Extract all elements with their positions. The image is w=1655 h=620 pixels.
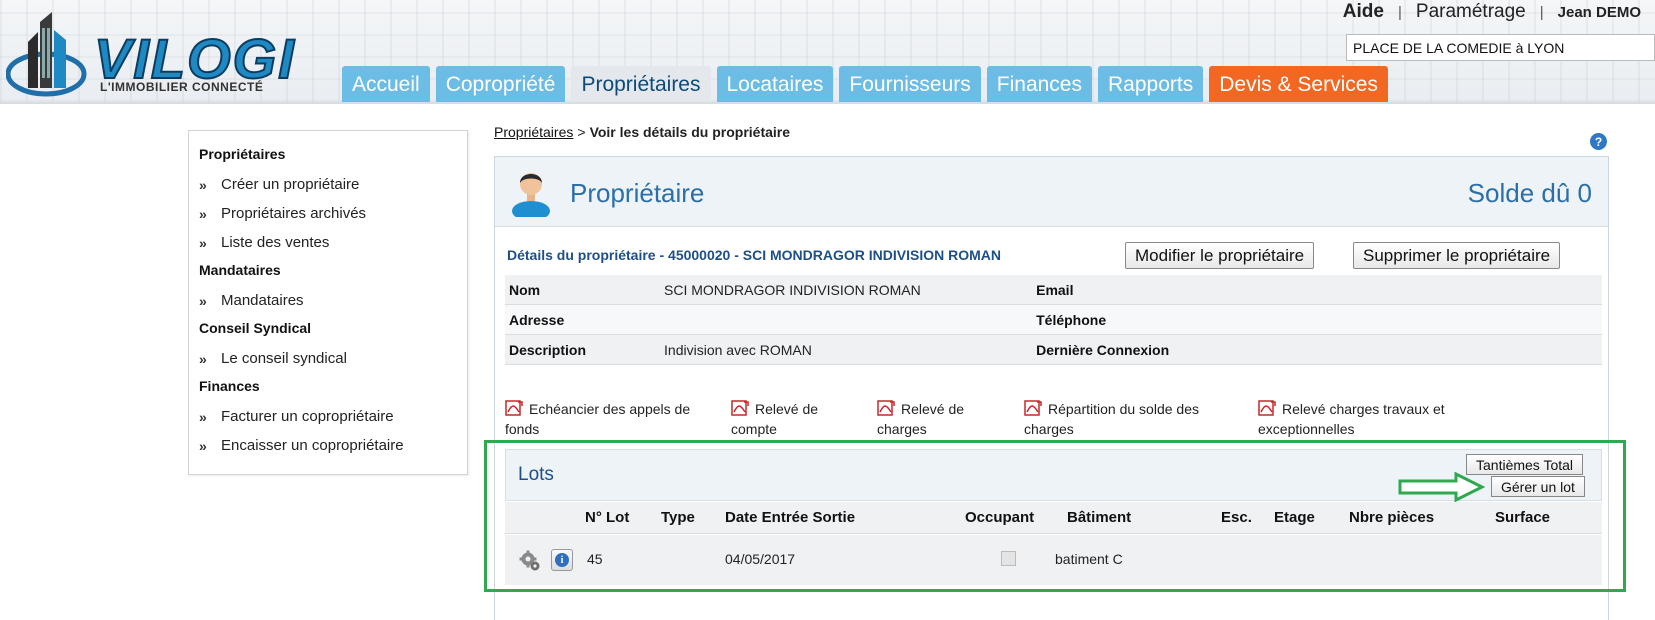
chevron-right-icon: » [199,292,207,309]
report-label: Relevé de [755,401,819,417]
chevron-right-icon: » [199,176,207,193]
sidebar-item-label: Propriétaires archivés [221,204,367,222]
tab-rapports[interactable]: Rapports [1098,66,1204,102]
tab-proprietaires[interactable]: Propriétaires [571,66,711,102]
delete-owner-button[interactable]: Supprimer le propriétaire [1353,242,1561,269]
sidebar-item-facturer[interactable]: » Facturer un copropriétaire [199,402,457,431]
report-label: charges [877,421,927,437]
tab-locataires[interactable]: Locataires [716,66,834,102]
table-row: Description Indivision avec ROMAN Derniè… [505,335,1602,365]
sidebar-item-label: Le conseil syndical [221,349,347,367]
modify-owner-button[interactable]: Modifier le propriétaire [1125,242,1315,269]
pdf-icon [877,400,895,416]
table-row: Nom SCI MONDRAGOR INDIVISION ROMAN Email [505,275,1602,305]
breadcrumb: Propriétaires > Voir les détails du propri… [494,124,790,140]
panel-header: Propriétaire Solde dû 0 [495,157,1608,227]
tab-copropriete[interactable]: Copropriété [435,66,566,102]
separator: | [1539,3,1544,21]
vilogi-logo[interactable]: VILOGI L'IMMOBILIER CONNECTÉ [6,8,326,102]
report-label: exceptionnelles [1258,421,1355,437]
sidebar-item-mandataires[interactable]: » Mandataires [199,286,457,315]
field-label: Adresse [509,311,565,328]
person-icon [512,173,550,217]
chevron-right-icon: » [199,350,207,367]
field-value: Indivision avec ROMAN [664,341,812,358]
pdf-icon [505,400,523,416]
logo-tagline: L'IMMOBILIER CONNECTÉ [100,80,264,94]
pdf-icon [1258,400,1276,416]
sidebar-item-creer-proprietaire[interactable]: » Créer un propriétaire [199,170,457,199]
report-label: Relevé de [901,401,965,417]
field-value: SCI MONDRAGOR INDIVISION ROMAN [664,281,921,298]
tab-devis-services[interactable]: Devis & Services [1209,66,1388,102]
report-link-repartition-solde[interactable]: Répartition du solde des charges [1024,399,1199,439]
sidebar-item-label: Facturer un copropriétaire [221,407,394,425]
tab-fournisseurs[interactable]: Fournisseurs [839,66,981,102]
tab-finances[interactable]: Finances [986,66,1092,102]
breadcrumb-separator: > [577,124,586,140]
field-label: Description [509,341,587,358]
report-link-releve-compte[interactable]: Relevé de compte [731,399,818,439]
building-logo-icon [6,12,87,97]
sidebar-item-label: Liste des ventes [221,233,330,251]
sidebar-item-proprietaires-archives[interactable]: » Propriétaires archivés [199,199,457,228]
chevron-right-icon: » [199,205,207,222]
main-nav: Accueil Copropriété Propriétaires Locata… [342,66,1394,102]
page-title: Propriétaire [570,178,705,208]
chevron-right-icon: » [199,234,207,251]
sidebar-section-title: Finances [199,378,260,394]
aide-link[interactable]: Aide [1343,1,1384,23]
report-label: Répartition du solde des [1048,401,1199,417]
parametrage-link[interactable]: Paramétrage [1416,1,1526,23]
sidebar-item-label: Mandataires [221,291,304,309]
field-label: Nom [509,281,541,298]
report-link-releve-charges[interactable]: Relevé de charges [877,399,964,439]
field-label: Email [1036,281,1074,298]
report-label: compte [731,421,777,437]
breadcrumb-link-proprietaires[interactable]: Propriétaires [494,124,573,140]
separator: | [1397,3,1402,21]
details-title: Détails du propriétaire - 45000020 - SCI… [507,247,1001,263]
pdf-icon [1024,400,1042,416]
pdf-icon [731,400,749,416]
report-label: Echéancier des appels de [529,401,691,417]
report-link-travaux-exceptionnelles[interactable]: Relevé charges travaux et exceptionnelles [1258,399,1445,439]
report-label: fonds [505,421,540,437]
help-icon[interactable]: ? [1590,133,1607,150]
field-label: Dernière Connexion [1036,341,1170,358]
sidebar-item-liste-ventes[interactable]: » Liste des ventes [199,228,457,257]
sidebar-item-label: Encaisser un copropriétaire [221,436,404,454]
tab-accueil[interactable]: Accueil [342,66,430,102]
owner-info-table: Nom SCI MONDRAGOR INDIVISION ROMAN Email… [505,275,1602,365]
field-label: Téléphone [1036,311,1107,328]
sidebar-item-label: Créer un propriétaire [221,175,360,193]
sidebar-section-title: Propriétaires [199,146,286,162]
residence-input[interactable] [1346,34,1655,61]
report-label: charges [1024,421,1074,437]
top-links: Aide | Paramétrage | Jean DEMO [1343,0,1641,24]
lots-highlight-frame [484,440,1626,592]
chevron-right-icon: » [199,437,207,454]
solde-du: Solde dû 0 [1467,178,1592,208]
header: VILOGI L'IMMOBILIER CONNECTÉ Aide | Para… [0,0,1655,104]
sidebar-item-conseil-syndical[interactable]: » Le conseil syndical [199,344,457,373]
table-row: Adresse Téléphone [505,305,1602,335]
user-name[interactable]: Jean DEMO [1558,4,1641,21]
sidebar-section-title: Conseil Syndical [199,320,312,336]
reports-links: Echéancier des appels de fonds Relevé de c… [505,399,1602,439]
chevron-right-icon: » [199,408,207,425]
sidebar-section-title: Mandataires [199,262,281,278]
sidebar-item-encaisser[interactable]: » Encaisser un copropriétaire [199,431,457,460]
report-link-echeancier[interactable]: Echéancier des appels de fonds [505,399,690,439]
breadcrumb-current: Voir les détails du propriétaire [589,124,791,140]
report-label: Relevé charges travaux et [1282,401,1445,417]
sidebar: Propriétaires » Créer un propriétaire » Pr… [188,130,468,475]
